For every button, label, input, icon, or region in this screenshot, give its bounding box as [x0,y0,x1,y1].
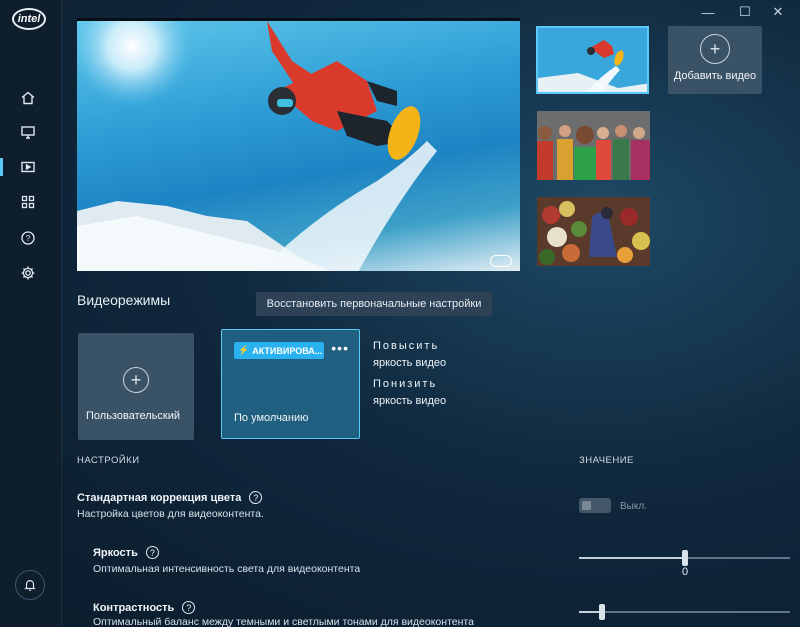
increase-brightness-link[interactable]: Повысить яркость видео [373,338,446,372]
active-badge: ⚡ АКТИВИРОВА... [234,342,324,359]
settings-column-header: НАСТРОЙКИ [77,455,140,466]
plus-icon: + [700,34,730,64]
home-icon[interactable] [18,88,38,108]
thumbnail-snowboard[interactable] [536,26,649,94]
minimize-button[interactable]: — [698,4,718,20]
grid-icon[interactable] [18,192,38,212]
help-icon[interactable]: ? [145,546,159,559]
gear-icon[interactable] [18,263,38,283]
plus-icon: + [123,367,149,393]
more-options-icon[interactable]: ••• [331,341,349,355]
market-thumbnail-image [537,197,650,266]
contrast-title: Контрастность ? [93,601,196,614]
snowboarder-image [77,21,437,271]
brightness-desc: Оптимальная интенсивность света для виде… [93,563,361,575]
bell-icon [24,580,36,591]
thumbnail-group[interactable] [537,111,650,180]
color-correction-desc: Настройка цветов для видеоконтента. [77,508,264,520]
default-mode-card[interactable]: ⚡ АКТИВИРОВА... ••• По умолчанию [221,329,360,439]
group-thumbnail-image [537,111,650,180]
brightness-slider[interactable] [579,550,790,566]
active-indicator [0,158,3,176]
video-icon[interactable] [18,157,38,177]
intel-logo: intel [12,8,46,30]
contrast-desc: Оптимальный баланс между темными и светл… [93,616,474,627]
help-icon[interactable]: ? [249,491,263,504]
color-correction-title: Стандартная коррекция цвета ? [77,491,263,504]
add-video-button[interactable]: + Добавить видео [668,26,762,94]
slider-thumb[interactable] [599,604,606,620]
contrast-slider[interactable] [579,604,790,620]
brightness-title: Яркость ? [93,546,159,559]
restore-defaults-tooltip: Восстановить первоначальные настройки [256,292,492,316]
close-button[interactable]: ✕ [768,4,788,20]
monitor-icon[interactable] [18,122,38,142]
notifications-button[interactable] [15,570,45,600]
sidebar: intel ? [0,0,62,627]
lightning-icon: ⚡ [238,345,250,355]
brightness-value: 0 [682,566,689,578]
custom-mode-card[interactable]: + Пользовательский [78,333,194,440]
value-column-header: ЗНАЧЕНИЕ [579,455,634,466]
maximize-button[interactable]: ☐ [735,4,755,20]
snowboard-thumbnail-image [538,28,647,92]
decrease-brightness-link[interactable]: Понизить яркость видео [373,376,446,410]
vr-view-icon[interactable] [490,255,512,267]
color-correction-toggle[interactable] [579,498,611,513]
thumbnail-market[interactable] [537,197,650,266]
svg-text:?: ? [26,234,31,243]
toggle-state-label: Выкл. [620,501,647,512]
video-preview[interactable] [77,18,520,271]
video-modes-title: Видеорежимы [77,292,171,308]
help-icon[interactable]: ? [18,228,38,248]
slider-thumb[interactable] [681,550,688,566]
toggle-knob [582,501,591,510]
help-icon[interactable]: ? [182,601,196,614]
slider-fill [579,557,685,559]
